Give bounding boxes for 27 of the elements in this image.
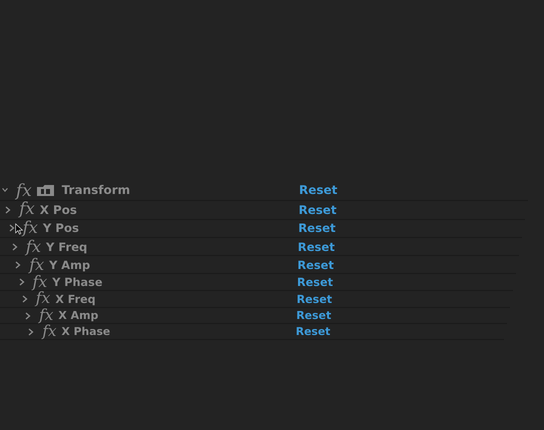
reset-link[interactable]: Reset xyxy=(299,183,338,198)
effect-name: Y Freq xyxy=(46,240,88,254)
reset-link[interactable]: Reset xyxy=(296,292,332,306)
reset-link[interactable]: Reset xyxy=(296,309,332,322)
fx-icon[interactable]: fx xyxy=(42,324,57,340)
fx-icon[interactable]: fx xyxy=(22,220,38,237)
effect-name: Y Phase xyxy=(52,276,102,289)
reset-link[interactable]: Reset xyxy=(297,258,334,272)
effect-name: X Amp xyxy=(58,309,98,322)
fx-icon[interactable]: fx xyxy=(16,182,32,199)
reset-link[interactable]: Reset xyxy=(298,202,336,217)
reset-link[interactable]: Reset xyxy=(298,221,336,236)
effect-name: X Pos xyxy=(40,202,77,217)
reset-link[interactable]: Reset xyxy=(297,276,333,289)
effect-name: Y Pos xyxy=(42,221,79,236)
fx-icon[interactable]: fx xyxy=(36,291,50,307)
fx-icon[interactable]: fx xyxy=(26,238,41,255)
fx-icon[interactable]: fx xyxy=(19,201,35,218)
fx-icon[interactable]: fx xyxy=(29,256,44,273)
effect-name: Y Amp xyxy=(49,258,90,272)
reset-link[interactable]: Reset xyxy=(296,325,330,338)
effect-name: X Freq xyxy=(55,292,96,306)
fx-icon[interactable]: fx xyxy=(32,274,48,290)
effect-name: Transform xyxy=(62,183,130,198)
reset-link[interactable]: Reset xyxy=(298,240,335,254)
fx-icon[interactable]: fx xyxy=(39,308,54,324)
effect-name: X Phase xyxy=(62,325,110,338)
